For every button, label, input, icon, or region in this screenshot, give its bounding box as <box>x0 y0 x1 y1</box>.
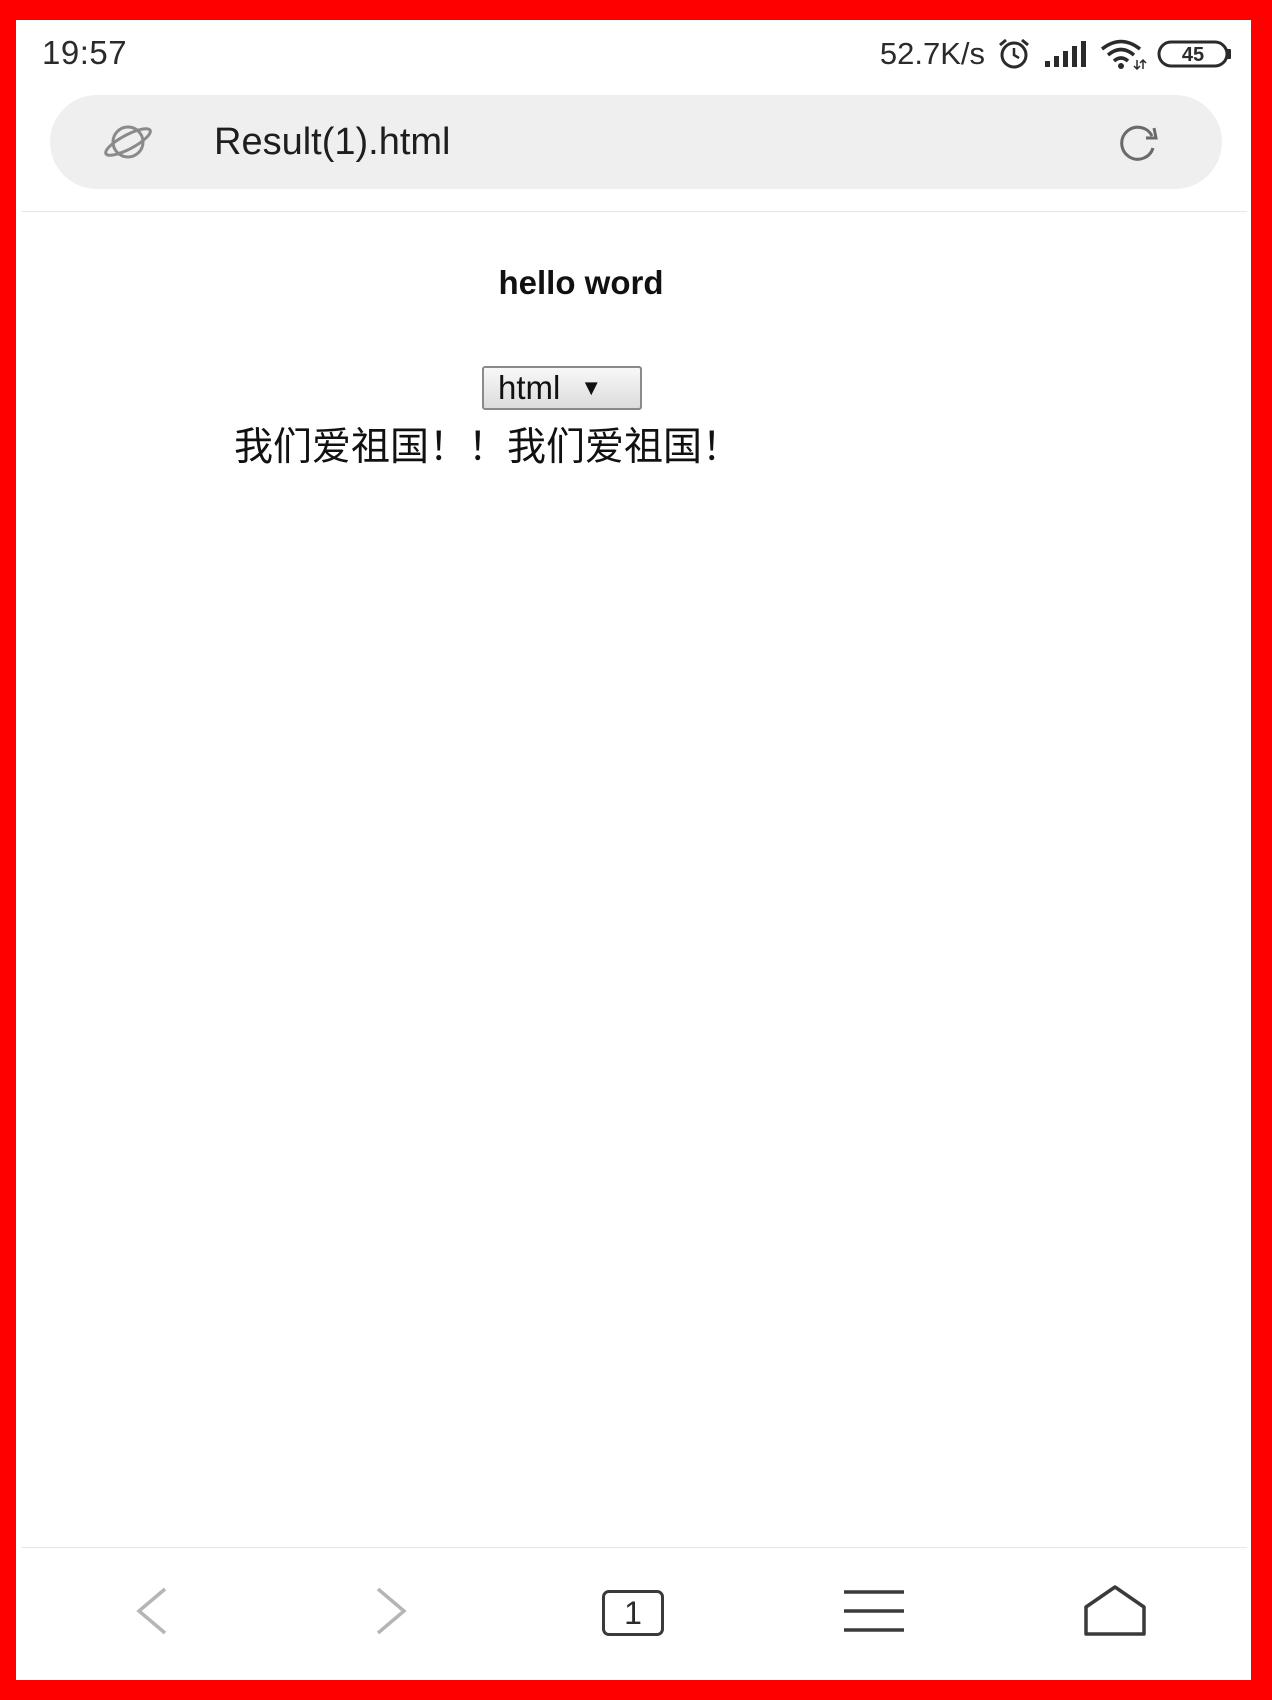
status-bar: 19:57 52.7K/s 45 <box>16 20 1251 92</box>
status-time: 19:57 <box>42 34 128 71</box>
status-indicators: 52.7K/s 45 <box>880 34 1233 74</box>
network-speed: 52.7K/s <box>879 36 985 71</box>
forward-icon <box>372 1586 412 1641</box>
page-content: hello word html ▼ 我们爱祖国！！我们爱祖国！ <box>16 212 1251 1547</box>
wifi-icon <box>1099 38 1147 70</box>
tabs-icon: 1 <box>602 1590 664 1636</box>
menu-button[interactable] <box>834 1578 914 1648</box>
page-heading: hello word <box>498 264 664 301</box>
dropdown-arrow-icon: ▼ <box>580 375 603 400</box>
battery-level: 45 <box>1182 44 1204 66</box>
forward-button[interactable] <box>352 1578 432 1648</box>
home-icon <box>1083 1584 1147 1643</box>
home-button[interactable] <box>1075 1578 1155 1648</box>
alarm-icon <box>995 37 1033 71</box>
tab-count: 1 <box>624 1594 642 1631</box>
address-title[interactable]: Result(1).html <box>214 121 451 164</box>
browser-screen: 19:57 52.7K/s 45 Result(1).html hello wo… <box>16 20 1251 1680</box>
menu-icon <box>842 1588 906 1639</box>
select-value: html <box>498 369 561 406</box>
signal-icon <box>1043 41 1089 67</box>
page-text: 我们爱祖国！！我们爱祖国！ <box>234 425 742 470</box>
battery-icon: 45 <box>1157 39 1233 69</box>
tabs-button[interactable]: 1 <box>593 1578 673 1648</box>
planet-icon <box>102 121 154 163</box>
bottom-nav: 1 <box>16 1548 1251 1680</box>
back-icon <box>131 1586 171 1641</box>
reload-icon[interactable] <box>1116 122 1160 162</box>
back-button[interactable] <box>111 1578 191 1648</box>
language-select[interactable]: html ▼ <box>482 366 642 410</box>
address-bar[interactable]: Result(1).html <box>50 95 1222 189</box>
